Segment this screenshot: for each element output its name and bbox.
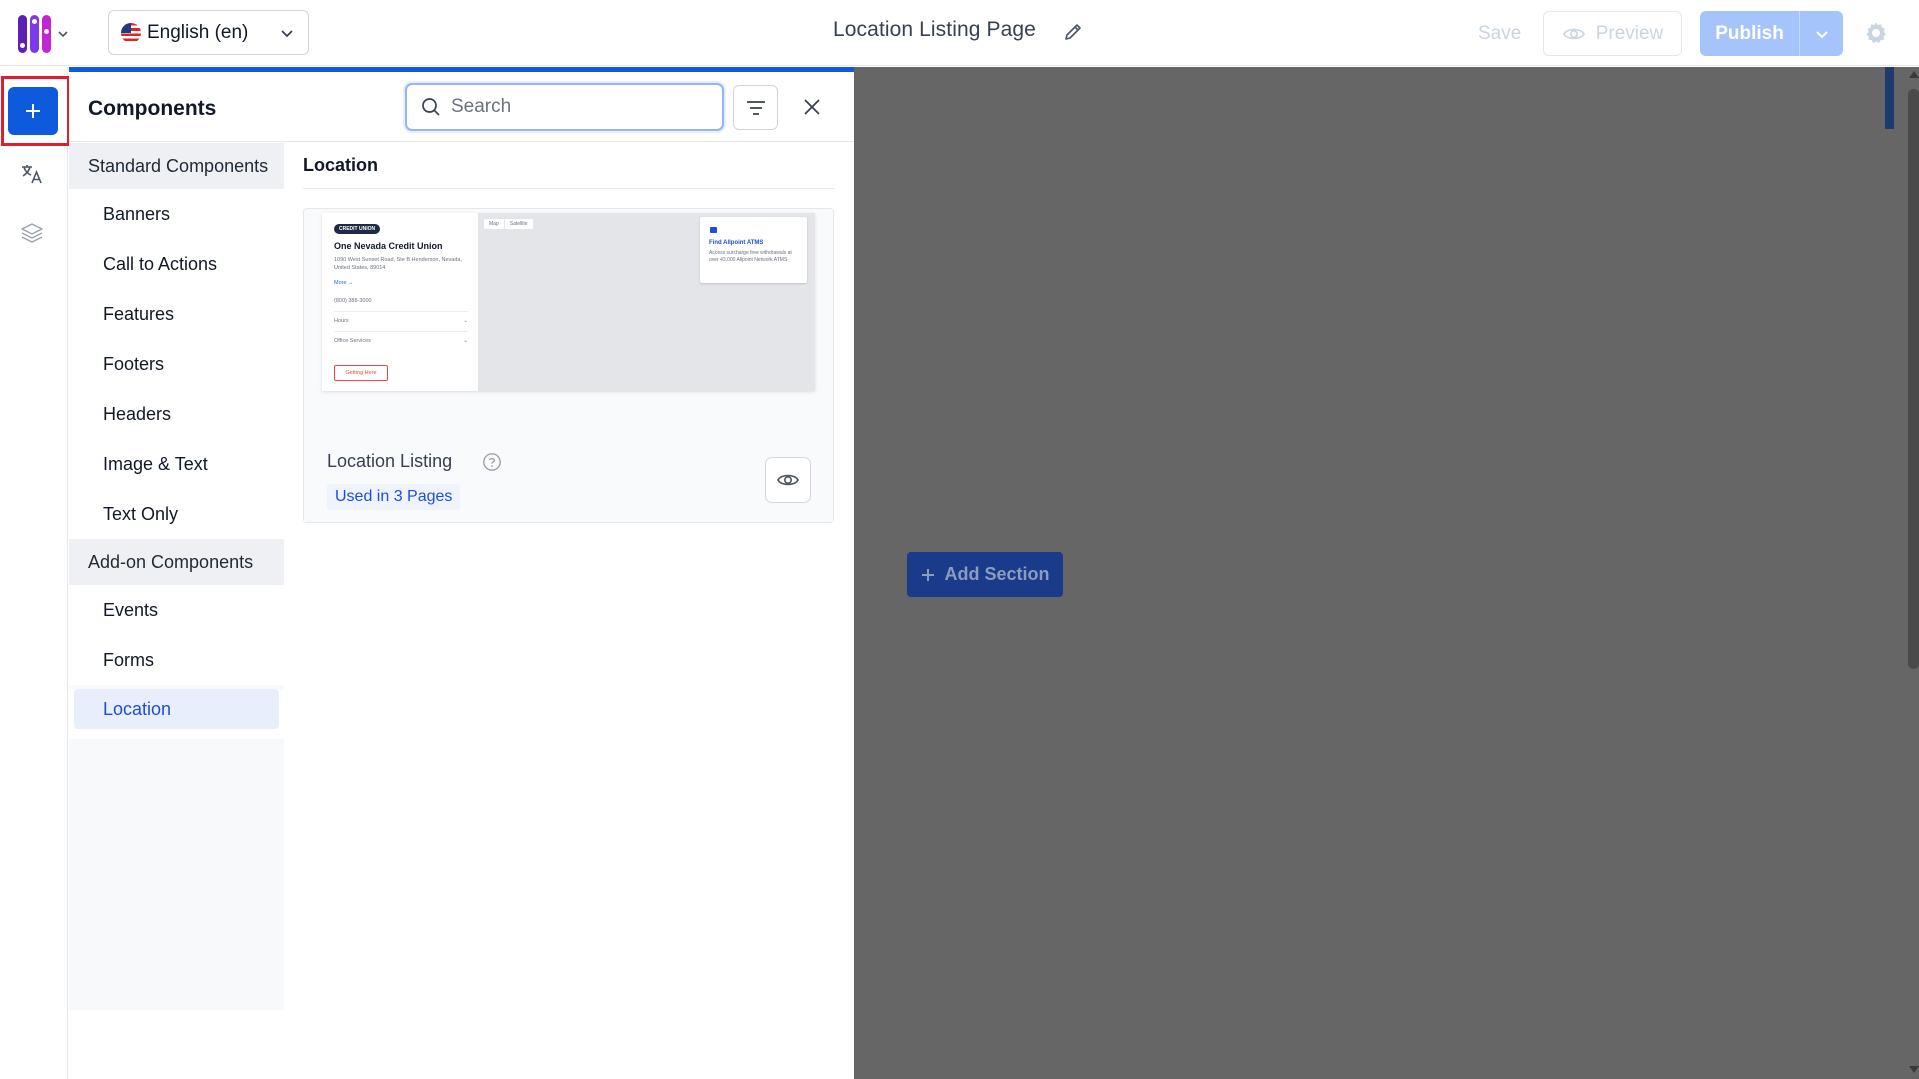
app-logo-menu[interactable] <box>18 14 78 54</box>
category-forms[interactable]: Forms <box>69 635 284 685</box>
page-canvas: Add Section <box>854 67 1919 1079</box>
category-group-standard: Standard Components <box>69 143 284 189</box>
layers-icon[interactable] <box>19 220 45 246</box>
page-title: Location Listing Page <box>833 18 1036 41</box>
usage-badge[interactable]: Used in 3 Pages <box>327 484 461 510</box>
search-input[interactable] <box>451 96 691 118</box>
thumbnail-services-label: Office Services <box>334 337 371 344</box>
thumbnail-getting-here-button: Getting Here <box>334 365 388 381</box>
thumbnail-hours-label: Hours <box>334 317 349 324</box>
gear-icon[interactable] <box>1864 21 1888 45</box>
category-headers[interactable]: Headers <box>69 389 284 439</box>
components-panel: Components Standard Components Banners C… <box>69 67 854 1079</box>
thumbnail-atm-card: Find Allpoint ATMS Access surcharge free… <box>700 217 807 283</box>
chevron-down-icon <box>281 29 293 37</box>
panel-top-accent <box>69 67 854 72</box>
publish-options-button[interactable] <box>1799 11 1843 56</box>
category-events[interactable]: Events <box>69 585 284 635</box>
filter-icon <box>746 100 765 115</box>
filter-button[interactable] <box>733 85 778 130</box>
search-icon <box>422 98 440 116</box>
component-content: Location CREDIT UNION One Nevada Credit … <box>303 143 834 523</box>
chevron-down-icon: ⌄ <box>463 337 468 344</box>
thumbnail-satellite-tab: Satellite <box>505 219 534 229</box>
thumbnail-phone: (800) 388-3000 <box>334 298 372 304</box>
category-location[interactable]: Location <box>74 689 279 729</box>
category-list: Standard Components Banners Call to Acti… <box>69 143 284 1010</box>
preview-component-button[interactable] <box>765 457 811 503</box>
thumbnail-hours-row: Hours ⌄ <box>334 311 468 329</box>
component-thumbnail: CREDIT UNION One Nevada Credit Union 109… <box>322 213 815 391</box>
add-section-button[interactable]: Add Section <box>907 552 1063 597</box>
panel-title: Components <box>88 97 217 120</box>
thumbnail-location-info: CREDIT UNION One Nevada Credit Union 109… <box>322 213 478 391</box>
thumbnail-map: Map Satellite Find Allpoint ATMS Access … <box>478 213 815 391</box>
scroll-down-arrow-icon[interactable] <box>1909 1066 1919 1073</box>
eye-icon <box>1562 28 1585 39</box>
publish-button-group: Publish <box>1700 11 1843 56</box>
thumbnail-atm-text: Access surcharge free withdrawals at ove… <box>709 250 792 263</box>
close-panel-button[interactable] <box>795 90 829 124</box>
section-title: Location <box>303 143 834 189</box>
category-features[interactable]: Features <box>69 289 284 339</box>
pencil-edit-icon[interactable] <box>1062 21 1084 43</box>
plus-icon <box>922 568 935 581</box>
chevron-down-icon: ⌄ <box>463 317 468 324</box>
component-name: Location Listing <box>327 451 453 471</box>
thumbnail-atm-title: Find Allpoint ATMS <box>709 240 764 246</box>
thumbnail-org-name: One Nevada Credit Union <box>334 241 443 251</box>
translate-icon[interactable] <box>19 161 45 187</box>
chevron-down-icon <box>1815 30 1828 38</box>
left-rail <box>0 67 70 1079</box>
preview-button[interactable]: Preview <box>1543 11 1682 56</box>
card-footer: Location Listing Used in 3 Pages <box>304 437 833 522</box>
add-component-button[interactable] <box>8 87 58 135</box>
category-image-text[interactable]: Image & Text <box>69 439 284 489</box>
close-icon <box>804 99 820 115</box>
publish-button[interactable]: Publish <box>1700 11 1799 56</box>
vertical-scrollbar[interactable] <box>1885 67 1919 1079</box>
category-group-addon: Add-on Components <box>69 539 284 585</box>
category-footers[interactable]: Footers <box>69 339 284 389</box>
chevron-down-icon <box>58 31 68 38</box>
card-icon <box>710 227 717 233</box>
category-location-wrap: Location <box>69 689 284 739</box>
save-button[interactable]: Save <box>1466 16 1533 52</box>
search-box[interactable] <box>405 83 724 131</box>
thumbnail-map-tabs: Map Satellite <box>484 219 534 229</box>
thumbnail-services-row: Office Services ⌄ <box>334 331 468 349</box>
eye-icon <box>777 474 799 486</box>
top-bar: English (en) Location Listing Page Save … <box>0 0 1919 66</box>
language-select[interactable]: English (en) <box>108 10 309 55</box>
app-logo-icon <box>18 15 51 53</box>
thumbnail-badge: CREDIT UNION <box>334 224 381 234</box>
component-card[interactable]: CREDIT UNION One Nevada Credit Union 109… <box>303 208 834 523</box>
help-icon[interactable] <box>482 452 502 472</box>
thumbnail-more-link: More → <box>334 280 354 286</box>
plus-icon <box>26 104 40 118</box>
category-text-only[interactable]: Text Only <box>69 489 284 539</box>
scroll-up-arrow-icon[interactable] <box>1909 71 1919 78</box>
category-call-to-actions[interactable]: Call to Actions <box>69 239 284 289</box>
thumbnail-address: 1090 West Sunset Road, Ste B Henderson, … <box>334 257 463 271</box>
thumbnail-map-tab: Map <box>484 219 505 229</box>
panel-header: Components <box>69 72 854 142</box>
scrollbar-thumb[interactable] <box>1908 89 1919 669</box>
us-flag-icon <box>121 22 141 43</box>
category-banners[interactable]: Banners <box>69 189 284 239</box>
language-label: English (en) <box>147 21 249 43</box>
preview-label: Preview <box>1595 22 1664 44</box>
add-section-label: Add Section <box>944 564 1050 584</box>
